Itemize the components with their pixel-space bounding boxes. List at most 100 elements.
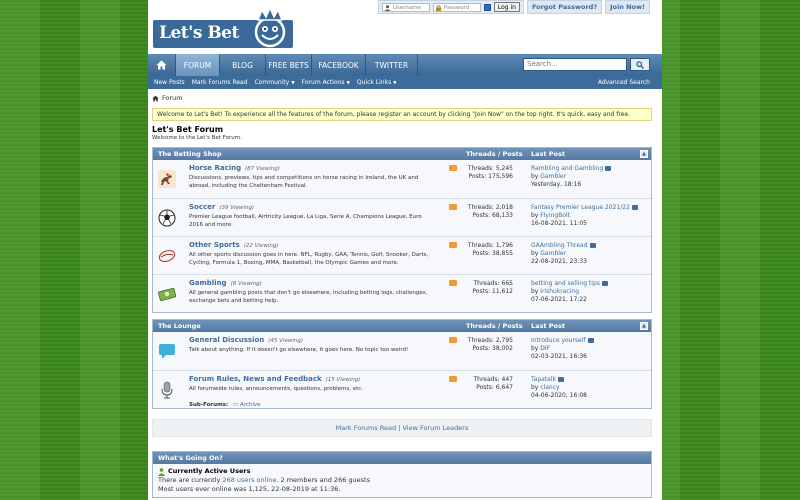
forum-name[interactable]: Forum Rules, News and Feedback — [189, 375, 322, 383]
home-icon[interactable] — [152, 95, 159, 102]
last-post-by: by — [531, 250, 539, 257]
search-button[interactable] — [630, 58, 650, 71]
go-to-post-icon[interactable] — [558, 377, 565, 382]
forum-title[interactable]: Forum Rules, News and Feedback (15 Viewin… — [189, 375, 360, 383]
forum-title[interactable]: Horse Racing (87 Viewing) — [189, 164, 280, 172]
tab-blog[interactable]: BLOG — [220, 54, 266, 76]
sub-navbar: New Posts Mark Forums Read Community ▼ F… — [148, 76, 662, 89]
breadcrumb-forum[interactable]: Forum — [162, 94, 183, 102]
last-post-title[interactable]: GAAmbling Thread — [531, 242, 588, 249]
microphone-icon — [161, 381, 173, 399]
last-post-date: 04-06-2020, 16:08 — [531, 392, 587, 399]
mark-forums-read-link[interactable]: Mark Forums Read — [336, 424, 397, 432]
threads-count: Threads: 447 — [473, 376, 514, 383]
remember-me-checkbox[interactable] — [483, 3, 491, 11]
view-forum-leaders-link[interactable]: View Forum Leaders — [403, 424, 469, 432]
forum-name[interactable]: Horse Racing — [189, 164, 241, 172]
last-post-user[interactable]: DIF — [540, 345, 550, 352]
forum-viewing: (8 Viewing) — [230, 281, 262, 287]
last-post-title[interactable]: Fantasy Premier League 2021/22 — [531, 204, 630, 211]
last-post-user[interactable]: FlyingBolt — [540, 212, 570, 219]
sub-forums-label: Sub-Forums: — [189, 402, 229, 408]
last-post-title[interactable]: Rambling and Gambling — [531, 165, 603, 172]
forum-viewing: (87 Viewing) — [245, 166, 280, 172]
forum-title[interactable]: Soccer (39 Viewing) — [189, 203, 254, 211]
speech-bubble-icon — [159, 344, 175, 359]
forum-viewing: (22 Viewing) — [243, 243, 279, 249]
last-post-user[interactable]: Gambler — [540, 173, 566, 180]
login-bar: Username Password Log in Forgot Password… — [377, 0, 662, 14]
site-logo[interactable]: Let's Bet — [153, 6, 293, 48]
login-button[interactable]: Log in — [493, 2, 520, 12]
last-post-user[interactable]: Gambler — [540, 250, 566, 257]
subnav-mark-forums-read[interactable]: Mark Forums Read — [192, 79, 248, 86]
last-post-title[interactable]: betting and selling tips — [531, 280, 600, 287]
tab-facebook[interactable]: FACEBOOK — [312, 54, 366, 76]
forum-stats: Threads: 447 Posts: 6,647 — [453, 376, 514, 392]
collapse-icon[interactable]: ▲ — [640, 322, 648, 330]
tab-twitter[interactable]: TWITTER — [366, 54, 418, 76]
subnav-forum-actions[interactable]: Forum Actions ▼ — [302, 79, 350, 86]
username-field[interactable]: Username — [381, 2, 430, 12]
forum-title[interactable]: Gambling (8 Viewing) — [189, 279, 262, 287]
subnav-quick-links[interactable]: Quick Links ▼ — [357, 79, 397, 86]
horse-racing-icon — [158, 170, 176, 188]
last-post-by: by — [531, 288, 539, 295]
go-to-post-icon[interactable] — [587, 338, 594, 343]
column-last-post: Last Post — [531, 322, 565, 330]
last-post-user[interactable]: irishukracing — [540, 288, 579, 295]
password-field[interactable]: Password — [432, 2, 481, 12]
last-post-date: 22-08-2021, 23:33 — [531, 258, 587, 265]
active-users-pre: There are currently — [158, 476, 221, 484]
subforum-archive[interactable]: ▭ Archive — [233, 402, 261, 408]
posts-count: Posts: 175,596 — [468, 173, 513, 180]
collapse-icon[interactable]: ▲ — [640, 150, 648, 158]
users-icon — [158, 467, 165, 476]
forum-title[interactable]: General Discussion (45 Viewing) — [189, 336, 303, 344]
posts-count: Posts: 6,647 — [476, 384, 513, 391]
nav-home[interactable] — [148, 54, 176, 76]
column-last-post: Last Post — [531, 150, 565, 158]
last-post-date: 02-03-2021, 16:36 — [531, 353, 587, 360]
forum-name[interactable]: Soccer — [189, 203, 215, 211]
mark-forums-bar: Mark Forums Read | View Forum Leaders — [152, 419, 652, 437]
subnav-quick-links-label: Quick Links — [356, 79, 392, 86]
join-now-button[interactable]: Join Now! — [605, 0, 650, 14]
go-to-post-icon[interactable] — [631, 205, 638, 210]
last-post-title[interactable]: Tapatalk — [531, 376, 556, 383]
search-input[interactable]: Search... — [523, 58, 627, 71]
posts-count: Posts: 38,855 — [472, 250, 513, 257]
threads-count: Threads: 2,795 — [467, 337, 513, 344]
last-post-by: by — [531, 212, 539, 219]
forum-name[interactable]: General Discussion — [189, 336, 264, 344]
category-title[interactable]: The Lounge — [158, 322, 201, 330]
advanced-search-link[interactable]: Advanced Search — [598, 79, 650, 86]
forum-description: All general gambling posts that don't go… — [189, 290, 428, 304]
go-to-post-icon[interactable] — [601, 281, 608, 286]
subnav-community-label: Community — [254, 79, 290, 86]
tab-forum[interactable]: FORUM — [176, 54, 220, 76]
forum-description: Premier League football, Airtricity Leag… — [189, 214, 422, 228]
users-online-link[interactable]: 268 users online — [222, 476, 276, 484]
active-users-post: . 2 members and 266 guests — [276, 476, 370, 484]
forum-name[interactable]: Other Sports — [189, 241, 240, 249]
tab-free-bets[interactable]: FREE BETS — [266, 54, 312, 76]
forum-name[interactable]: Gambling — [189, 279, 227, 287]
category-header: The Betting Shop Threads / Posts Last Po… — [153, 148, 651, 160]
username-placeholder: Username — [392, 4, 421, 11]
last-post-date: Yesterday, 18:16 — [531, 181, 582, 188]
forum-title[interactable]: Other Sports (22 Viewing) — [189, 241, 278, 249]
category-header: The Lounge Threads / Posts Last Post ▲ — [153, 320, 651, 332]
forum-row-general-discussion: General Discussion (45 Viewing) Talk abou… — [153, 332, 651, 370]
go-to-post-icon[interactable] — [605, 166, 612, 171]
threads-count: Threads: 2,018 — [467, 204, 513, 211]
go-to-post-icon[interactable] — [589, 243, 596, 248]
forgot-password-button[interactable]: Forgot Password? — [526, 0, 603, 14]
breadcrumb: Forum — [152, 92, 652, 104]
subnav-new-posts[interactable]: New Posts — [154, 79, 185, 86]
category-title[interactable]: The Betting Shop — [158, 150, 222, 158]
subnav-community[interactable]: Community ▼ — [255, 79, 295, 86]
category-the-lounge: The Lounge Threads / Posts Last Post ▲ G… — [152, 319, 652, 409]
last-post-user[interactable]: clancy — [540, 384, 559, 391]
last-post-title[interactable]: Introduce yourself — [531, 337, 586, 344]
